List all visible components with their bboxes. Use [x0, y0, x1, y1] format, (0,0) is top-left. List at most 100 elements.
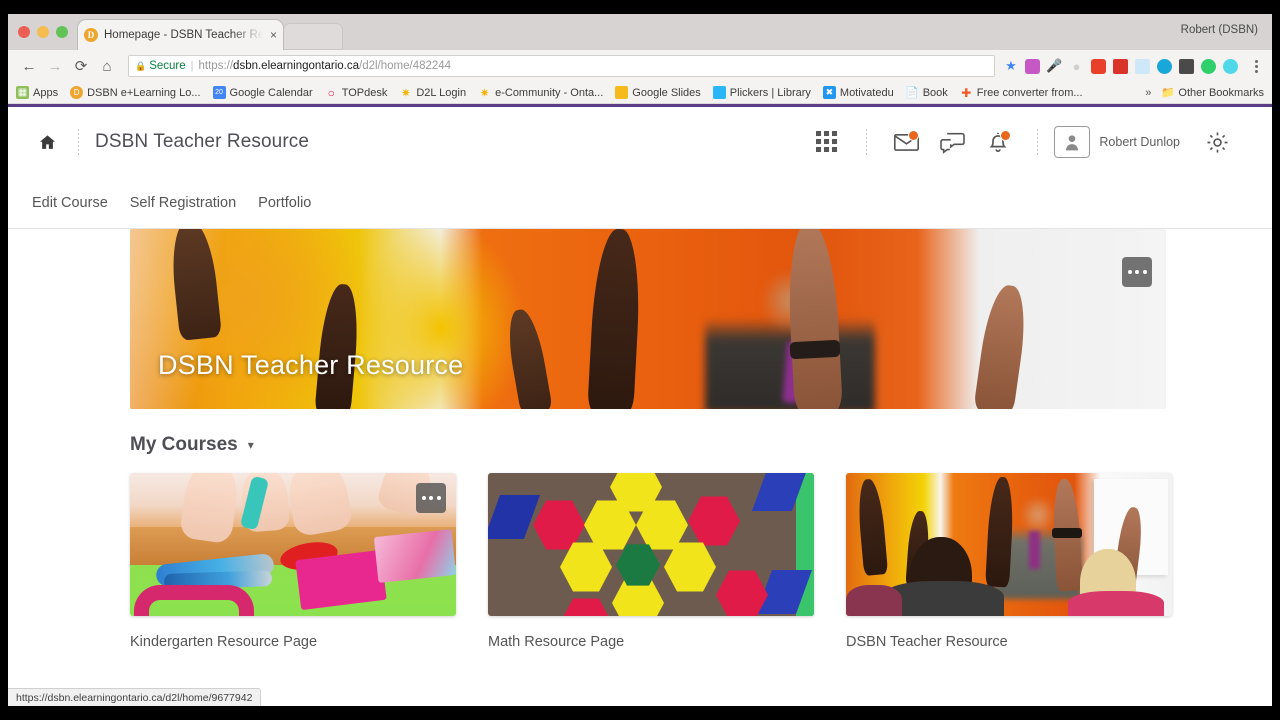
- my-courses-header[interactable]: My Courses ▾: [130, 434, 254, 456]
- extension-icon-green[interactable]: [1201, 58, 1216, 74]
- url-path: /d2l/home/482244: [359, 60, 452, 72]
- banner-options-icon[interactable]: [1122, 257, 1152, 287]
- bookmark-item-book[interactable]: 📄 Book: [905, 86, 948, 100]
- bookmark-item-apps[interactable]: ▦ Apps: [16, 86, 58, 99]
- course-selector-grid-icon[interactable]: [804, 119, 850, 165]
- bookmark-label: Book: [922, 86, 948, 99]
- bookmark-item-d2l-login[interactable]: ✷ D2L Login: [399, 85, 466, 100]
- extension-icons: 🎤 ●: [1021, 58, 1264, 74]
- card-image-student-body-2: [1068, 591, 1164, 616]
- page-content: DSBN Teacher Resource My Courses ▾ Kinde…: [8, 229, 1272, 705]
- bookmark-item-topdesk[interactable]: ○ TOPdesk: [325, 85, 388, 100]
- minibar-divider-2: [866, 129, 868, 155]
- close-icon[interactable]: ×: [270, 29, 277, 41]
- browser-tab[interactable]: D Homepage - DSBN Teacher Re ×: [78, 20, 283, 50]
- bookmark-star-icon[interactable]: ★: [1001, 58, 1021, 74]
- course-card-math[interactable]: Math Resource Page: [488, 473, 814, 650]
- bookmark-label: e-Community - Onta...: [495, 86, 604, 99]
- screen-root: D Homepage - DSBN Teacher Re × Robert (D…: [0, 0, 1280, 720]
- address-bar[interactable]: 🔒 Secure | https://dsbn.elearningontario…: [128, 55, 995, 77]
- bookmark-label: TOPdesk: [341, 86, 388, 99]
- calendar-extension-icon[interactable]: [1113, 58, 1128, 74]
- letterbox-bottom: [0, 706, 1280, 720]
- course-card-kindergarten[interactable]: Kindergarten Resource Page: [130, 473, 456, 650]
- topdesk-icon: ○: [327, 85, 335, 100]
- bookmark-item-ecommunity[interactable]: ✷ e-Community - Onta...: [478, 86, 604, 100]
- home-icon[interactable]: ⌂: [94, 53, 120, 79]
- course-card-list: Kindergarten Resource Page Math Resource…: [130, 473, 1172, 650]
- status-bar-url: https://dsbn.elearningontario.ca/d2l/hom…: [16, 691, 253, 704]
- back-arrow-icon[interactable]: ←: [16, 53, 42, 79]
- notification-bell-icon[interactable]: [975, 119, 1021, 165]
- bookmark-label: Free converter from...: [976, 86, 1083, 99]
- classroom-raised-hands-photo[interactable]: [846, 473, 1172, 616]
- forward-arrow-icon[interactable]: →: [42, 53, 68, 79]
- extension-icon-film[interactable]: [1179, 58, 1194, 74]
- bookmarks-bar-right: » 📁 Other Bookmarks: [1145, 86, 1264, 100]
- page-icon: 📄: [905, 87, 920, 99]
- banner-wristband: [789, 339, 841, 360]
- user-name-label[interactable]: Robert Dunlop: [1099, 135, 1180, 149]
- bookmarks-overflow-icon[interactable]: »: [1145, 87, 1151, 99]
- chevron-down-icon[interactable]: ▾: [248, 438, 254, 452]
- extension-icon-red[interactable]: [1091, 58, 1106, 74]
- calendar-icon: 20: [212, 86, 226, 99]
- page-viewport: DSBN Teacher Resource Robert Dunlop Edit…: [8, 104, 1272, 706]
- extension-icon-lightblue[interactable]: [1135, 58, 1150, 74]
- bookmark-item-motivatedu[interactable]: ✖ Motivatedu: [822, 86, 894, 99]
- course-card-title[interactable]: Kindergarten Resource Page: [130, 634, 456, 650]
- window-controls[interactable]: [18, 26, 68, 38]
- extension-icon-teal[interactable]: [1223, 58, 1238, 74]
- bookmark-item-plickers[interactable]: Plickers | Library: [712, 86, 811, 99]
- course-banner: DSBN Teacher Resource: [130, 229, 1166, 409]
- d2l-star-icon: ✷: [400, 85, 411, 100]
- secure-label: Secure: [149, 60, 186, 72]
- reload-icon[interactable]: ⟳: [68, 53, 94, 79]
- bookmark-label: Google Calendar: [229, 86, 313, 99]
- bookmark-label: Google Slides: [632, 86, 701, 99]
- kindergarten-craft-photo[interactable]: [130, 473, 456, 616]
- chrome-menu-icon[interactable]: [1248, 59, 1264, 73]
- subscription-alerts-icon[interactable]: [929, 119, 975, 165]
- pattern-blocks-photo[interactable]: [488, 473, 814, 616]
- microphone-icon[interactable]: 🎤: [1046, 58, 1062, 74]
- url-domain: dsbn.elearningontario.ca: [233, 60, 359, 72]
- other-bookmarks-folder[interactable]: 📁 Other Bookmarks: [1161, 86, 1264, 100]
- d2l-icon: D: [70, 86, 84, 99]
- gear-icon[interactable]: [1194, 119, 1240, 165]
- card-image-wristband: [1052, 528, 1082, 538]
- course-card-title[interactable]: Math Resource Page: [488, 634, 814, 650]
- course-card-dsbn[interactable]: DSBN Teacher Resource: [846, 473, 1172, 650]
- bookmark-item-dsbn[interactable]: D DSBN e+Learning Lo...: [70, 86, 201, 99]
- bookmark-item-converter[interactable]: ✚ Free converter from...: [960, 86, 1083, 100]
- home-icon[interactable]: [32, 127, 62, 157]
- maximize-window-button[interactable]: [56, 26, 68, 38]
- course-nav: Edit Course Self Registration Portfolio: [8, 177, 1272, 229]
- extension-icon-gray[interactable]: ●: [1069, 59, 1084, 74]
- user-avatar-icon[interactable]: [1054, 126, 1091, 158]
- page-title: DSBN Teacher Resource: [95, 131, 310, 152]
- card-image-pink-paper: [295, 549, 387, 611]
- bookmark-item-google-slides[interactable]: Google Slides: [615, 86, 701, 99]
- minibar-actions: Robert Dunlop: [804, 119, 1240, 165]
- plickers-icon: [712, 86, 726, 99]
- extension-icon-pink[interactable]: [1025, 58, 1040, 74]
- extension-icon-cyan[interactable]: [1157, 58, 1172, 74]
- minimize-window-button[interactable]: [37, 26, 49, 38]
- course-card-options-icon[interactable]: [416, 483, 446, 513]
- apps-grid-icon: ▦: [16, 86, 29, 99]
- course-card-title[interactable]: DSBN Teacher Resource: [846, 634, 1172, 650]
- close-window-button[interactable]: [18, 26, 30, 38]
- d2l-minibar: DSBN Teacher Resource Robert Dunlop: [8, 107, 1272, 177]
- nav-link-self-registration[interactable]: Self Registration: [130, 195, 236, 211]
- bookmark-item-calendar[interactable]: 20 Google Calendar: [212, 86, 313, 99]
- omnibox-divider: |: [190, 60, 194, 72]
- nav-link-edit-course[interactable]: Edit Course: [32, 195, 108, 211]
- d2l-favicon: D: [84, 28, 98, 42]
- minibar-divider: [78, 129, 79, 155]
- nav-link-portfolio[interactable]: Portfolio: [258, 195, 311, 211]
- bookmark-label: Plickers | Library: [729, 86, 811, 99]
- tab-background-shape: [283, 23, 343, 50]
- window-user-label[interactable]: Robert (DSBN): [1181, 24, 1258, 36]
- email-envelope-icon[interactable]: [883, 119, 929, 165]
